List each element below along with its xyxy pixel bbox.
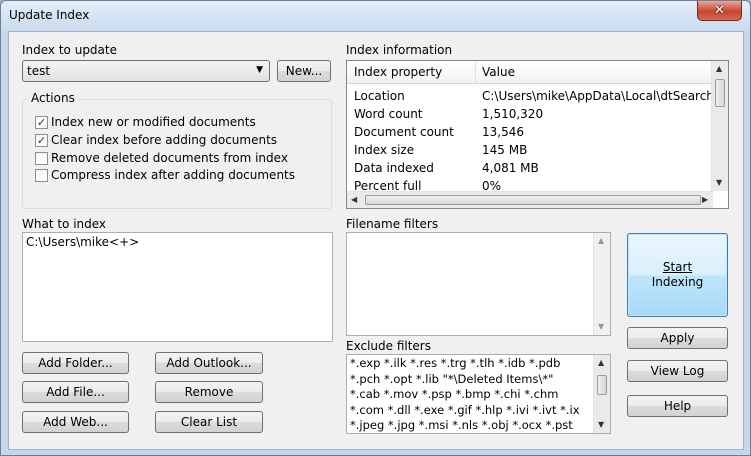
arrow-up-icon[interactable]: ▲ (716, 64, 722, 73)
update-index-window: Update Index ✕ Index to update test ▼ Ne… (0, 0, 751, 456)
row-value: 145 MB (482, 143, 528, 157)
start-indexing-label-line1: Start (662, 260, 693, 274)
add-web-button[interactable]: Add Web... (22, 411, 129, 433)
arrow-right-icon[interactable]: ▶ (702, 195, 708, 204)
table-row[interactable]: Index size 145 MB (347, 142, 713, 160)
exclude-filters-text: *.exp *.ilk *.res *.trg *.tlh *.idb *.pd… (350, 356, 590, 433)
view-log-button[interactable]: View Log (627, 360, 728, 382)
index-information-label: Index information (346, 43, 453, 57)
vertical-scrollbar[interactable]: ▲ ▼ (593, 355, 610, 433)
row-property: Location (354, 89, 405, 103)
table-row[interactable]: Word count 1,510,320 (347, 106, 713, 124)
table-row[interactable]: Document count 13,546 (347, 124, 713, 142)
checkbox-compress-index[interactable]: Compress index after adding documents (35, 167, 295, 183)
arrow-up-icon[interactable]: ▲ (598, 236, 604, 245)
table-row[interactable]: Location C:\Users\mike\AppData\Local\dtS… (347, 88, 728, 106)
row-value: 13,546 (482, 125, 524, 139)
add-folder-button[interactable]: Add Folder... (22, 352, 129, 374)
what-to-index-list[interactable]: C:\Users\mike<+> (22, 232, 333, 342)
row-property: Document count (354, 125, 454, 139)
checkbox-box[interactable] (35, 168, 48, 182)
index-to-update-label: Index to update (22, 43, 117, 57)
new-index-button[interactable]: New... (277, 60, 331, 82)
checkbox-label: Remove deleted documents from index (51, 151, 288, 165)
row-value: 4,081 MB (482, 161, 539, 175)
row-property: Index size (354, 143, 415, 157)
index-information-list[interactable]: Index property Value Location C:\Users\m… (346, 60, 729, 209)
checkbox-remove-deleted[interactable]: Remove deleted documents from index (35, 150, 288, 166)
title-bar[interactable]: Update Index ✕ (1, 1, 750, 31)
vertical-scrollbar[interactable]: ▲ ▼ (593, 233, 610, 335)
checkbox-index-new[interactable]: ✓ Index new or modified documents (35, 114, 256, 130)
window-title: Update Index (9, 8, 90, 22)
exclude-filters-line: *.exp *.ilk *.res *.trg *.tlh *.idb *.pd… (350, 356, 561, 370)
checkbox-label: Compress index after adding documents (51, 168, 296, 182)
chevron-down-icon: ▼ (256, 65, 263, 75)
exclude-filters-line: *.pch *.opt *.lib "*\Deleted Items\*" (350, 371, 554, 386)
column-header-value[interactable]: Value (482, 65, 515, 79)
actions-legend: Actions (29, 91, 77, 105)
help-button[interactable]: Help (627, 395, 728, 417)
actions-group: Actions ✓ Index new or modified document… (22, 91, 332, 209)
row-value: C:\Users\mike\AppData\Local\dtSearch\te (482, 89, 729, 103)
arrow-up-icon[interactable]: ▲ (598, 358, 604, 367)
filename-filters-label: Filename filters (346, 217, 439, 231)
checkmark-icon[interactable]: ✓ (35, 133, 48, 147)
close-button[interactable]: ✕ (697, 1, 742, 21)
table-row[interactable]: Data indexed 4,081 MB (347, 160, 713, 178)
checkmark-icon[interactable]: ✓ (35, 115, 48, 129)
row-property: Word count (354, 107, 423, 121)
vertical-scrollbar[interactable]: ▲ ▼ (711, 61, 728, 191)
clear-list-button[interactable]: Clear List (155, 411, 263, 433)
horizontal-scrollbar[interactable]: ◀ ▶ (347, 191, 713, 208)
exclude-filters-line: *.cab *.mov *.psp *.bmp *.chi *.chm (350, 387, 559, 401)
exclude-filters-input[interactable]: *.exp *.ilk *.res *.trg *.tlh *.idb *.pd… (346, 354, 611, 434)
list-header: Index property Value (347, 61, 713, 84)
index-select[interactable]: test ▼ (22, 60, 270, 82)
arrow-down-icon[interactable]: ▼ (716, 178, 722, 187)
dialog-client-area: Index to update test ▼ New... Actions ✓ … (8, 31, 744, 450)
checkbox-label: Clear index before adding documents (51, 133, 278, 147)
column-header-property[interactable]: Index property (354, 65, 442, 79)
exclude-filters-label: Exclude filters (346, 339, 431, 353)
checkbox-box[interactable] (35, 151, 48, 165)
apply-button[interactable]: Apply (627, 327, 728, 349)
arrow-down-icon[interactable]: ▼ (598, 322, 604, 331)
start-indexing-label-line2: Indexing (651, 275, 704, 289)
index-select-value: test (27, 64, 51, 78)
scroll-thumb[interactable] (597, 375, 607, 395)
filename-filters-input[interactable]: ▲ ▼ (346, 232, 611, 336)
add-file-button[interactable]: Add File... (22, 381, 129, 403)
what-to-index-label: What to index (22, 217, 107, 231)
arrow-down-icon[interactable]: ▼ (598, 420, 604, 429)
checkbox-clear-index[interactable]: ✓ Clear index before adding documents (35, 132, 277, 148)
close-icon: ✕ (714, 3, 725, 18)
start-indexing-button[interactable]: Start Indexing (627, 233, 728, 317)
column-divider[interactable] (475, 61, 476, 84)
remove-button[interactable]: Remove (155, 381, 263, 403)
checkbox-label: Index new or modified documents (51, 115, 256, 129)
row-property: Data indexed (354, 161, 434, 175)
arrow-left-icon[interactable]: ◀ (351, 195, 357, 204)
scroll-thumb[interactable] (715, 79, 725, 107)
list-item[interactable]: C:\Users\mike<+> (26, 235, 139, 249)
add-outlook-button[interactable]: Add Outlook... (155, 352, 263, 374)
exclude-filters-line: *.jpeg *.jpg *.msi *.nls *.obj *.ocx *.p… (350, 418, 573, 432)
scroll-thumb[interactable] (365, 195, 701, 205)
exclude-filters-line: *.com *.dll *.exe *.gif *.hlp *.ivi *.iv… (350, 402, 580, 417)
row-value: 1,510,320 (482, 107, 544, 121)
